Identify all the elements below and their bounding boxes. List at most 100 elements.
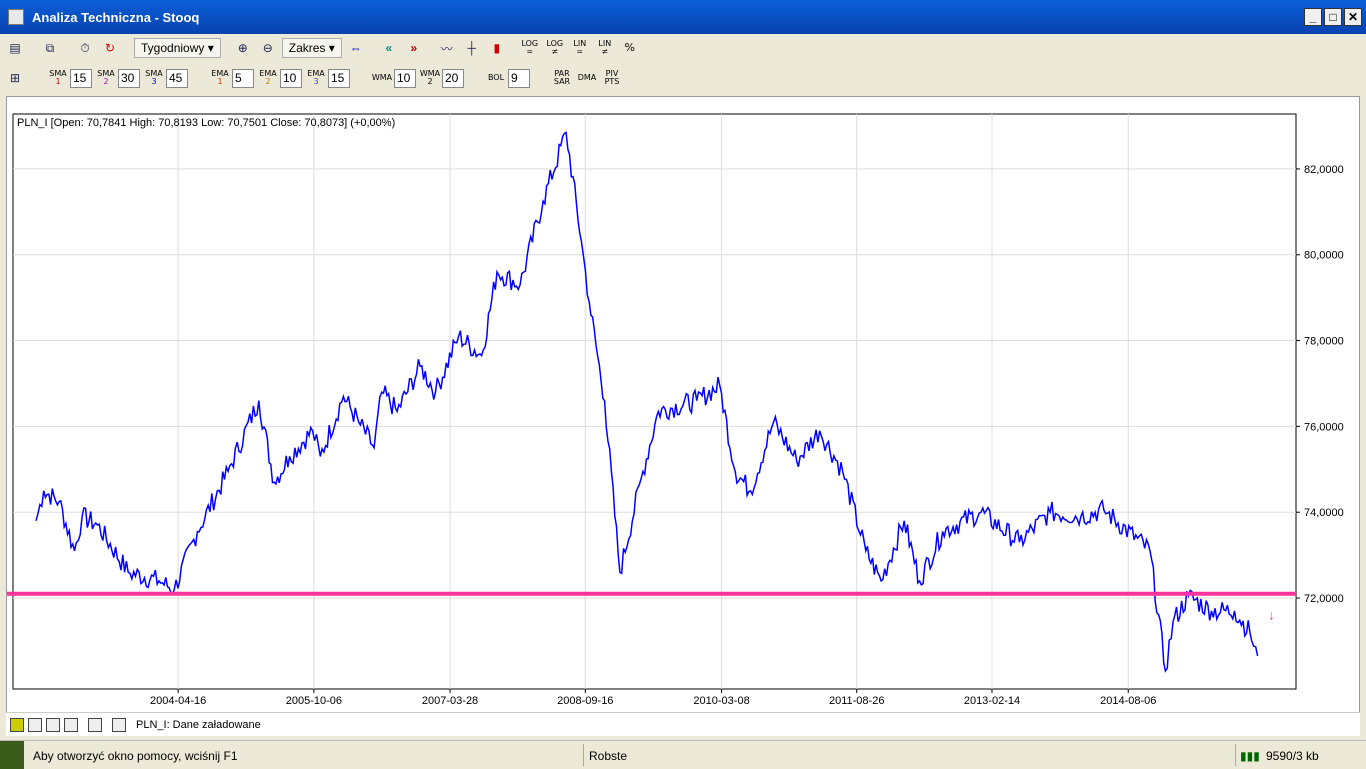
y-tick-label: 80,0000: [1304, 250, 1344, 262]
indicator-period-input[interactable]: 20: [442, 68, 464, 88]
help-text: Aby otworzyć okno pomocy, wciśnij F1: [33, 749, 238, 763]
indicator-sub: 3: [151, 77, 157, 86]
mode-text: Robste: [589, 749, 628, 763]
zoom-in-icon[interactable]: ⊕: [232, 37, 254, 59]
x-tick-label: 2008-09-16: [557, 695, 613, 707]
timer-icon[interactable]: ⏱: [74, 37, 96, 59]
indicator-sma2: SMA 2 30: [95, 68, 140, 88]
y-tick-label: 72,0000: [1304, 593, 1344, 605]
load-status: PLN_I: Dane załadowane: [136, 718, 261, 731]
indicator-toolbar: ⊞ SMA 1 15 SMA 2 30 SMA 3 45 EMA 1 5 EMA 2 10 EMA 3 15 WMA…: [4, 65, 623, 91]
indicator-period-input[interactable]: 30: [118, 68, 140, 88]
indicator-ema3: EMA 3 15: [305, 68, 350, 88]
x-tick-label: 2010-03-08: [693, 695, 749, 707]
y-tick-label: 82,0000: [1304, 164, 1344, 176]
dma-button[interactable]: DMA: [576, 74, 598, 82]
x-tick-label: 2014-08-06: [1100, 695, 1156, 707]
indicator-label[interactable]: SMA 1: [47, 70, 69, 86]
indicator-name: BOL: [487, 73, 505, 82]
title-bar: Analiza Techniczna - Stooq _ □ ✕: [0, 0, 1366, 34]
window-title: Analiza Techniczna - Stooq: [32, 9, 200, 25]
indicator-sub: 1: [217, 77, 223, 86]
y-tick-label: 74,0000: [1304, 507, 1344, 519]
export-icon[interactable]: [46, 717, 60, 732]
down-arrow-icon: ↓: [1268, 608, 1275, 623]
indicator-period-input[interactable]: 45: [166, 68, 188, 88]
print-icon[interactable]: [112, 717, 126, 732]
percent-button[interactable]: %: [619, 42, 641, 53]
chart-bottom-bar: PLN_I: Dane załadowane: [6, 712, 1360, 736]
indicator-period-input[interactable]: 9: [508, 68, 530, 88]
log-equal-button[interactable]: LOG =: [519, 40, 541, 56]
lin-notequal-button[interactable]: LIN ≠: [594, 40, 616, 56]
x-tick-label: 2013-02-14: [964, 695, 1020, 707]
fullscreen-icon[interactable]: [88, 717, 102, 732]
indicator-wma2: WMA 2 20: [419, 68, 464, 88]
indicator-label[interactable]: EMA 3: [305, 70, 327, 86]
y-tick-label: 78,0000: [1304, 336, 1344, 348]
indicator-label[interactable]: WMA: [371, 74, 393, 82]
save-icon[interactable]: [10, 717, 24, 732]
log-notequal-button[interactable]: LOG ≠: [544, 40, 566, 56]
y-tick-label: 76,0000: [1304, 421, 1344, 433]
indicator-label[interactable]: SMA 3: [143, 70, 165, 86]
indicator-ema1: EMA 1 5: [209, 68, 254, 88]
price-chart[interactable]: 72,0000 74,0000 76,0000 78,0000 80,0000 82,00…: [7, 97, 1361, 711]
x-tick-label: 2011-08-26: [829, 695, 884, 707]
indicator-sma3: SMA 3 45: [143, 68, 188, 88]
x-tick-label: 2005-10-06: [286, 695, 342, 707]
maximize-button[interactable]: □: [1324, 8, 1342, 26]
indicator-label[interactable]: BOL: [485, 74, 507, 82]
chart-header: PLN_I [Open: 70,7841 High: 70,8193 Low: …: [17, 117, 395, 129]
chart-window-icon[interactable]: ▤: [4, 37, 26, 59]
fit-chart-icon[interactable]: ⇔: [345, 37, 367, 59]
indicator-label[interactable]: EMA 1: [209, 70, 231, 86]
indicator-period-input[interactable]: 10: [394, 68, 416, 88]
app-icon: [8, 9, 24, 25]
memory-icon: ▮▮▮: [1240, 749, 1260, 763]
indicator-label[interactable]: EMA 2: [257, 70, 279, 86]
period-value: Tygodniowy: [141, 41, 205, 55]
period-dropdown[interactable]: Tygodniowy ▾: [134, 38, 221, 58]
minimize-button[interactable]: _: [1304, 8, 1322, 26]
indicator-period-input[interactable]: 15: [328, 68, 350, 88]
indicator-name: WMA: [371, 73, 393, 82]
chart-panel: 72,0000 74,0000 76,0000 78,0000 80,0000 82,00…: [6, 96, 1360, 736]
range-value: Zakres: [288, 41, 326, 55]
indicator-bol: BOL 9: [485, 68, 530, 88]
taskbar-edge: [0, 741, 24, 769]
close-button[interactable]: ✕: [1344, 8, 1362, 26]
indicator-label[interactable]: SMA 2: [95, 70, 117, 86]
expand-icon[interactable]: [64, 717, 78, 732]
plot-area: [12, 113, 1297, 690]
import-icon[interactable]: [28, 717, 42, 732]
scroll-right-icon[interactable]: »: [403, 37, 425, 59]
indicator-wma: WMA 10: [371, 68, 416, 88]
indicator-sub: 1: [55, 77, 61, 86]
ohlc-chart-icon[interactable]: ┼: [461, 37, 483, 59]
indicator-sub: 3: [313, 77, 319, 86]
indicator-period-input[interactable]: 15: [70, 68, 92, 88]
par-sar-button[interactable]: PAR SAR: [551, 70, 573, 86]
x-tick-label: 2004-04-16: [150, 695, 206, 707]
indicator-ema2: EMA 2 10: [257, 68, 302, 88]
candle-chart-icon[interactable]: ▮: [486, 37, 508, 59]
indicator-label[interactable]: WMA 2: [419, 70, 441, 86]
zoom-out-icon[interactable]: ⊖: [257, 37, 279, 59]
indicator-sma1: SMA 1 15: [47, 68, 92, 88]
range-dropdown[interactable]: Zakres ▾: [281, 38, 342, 58]
refresh-icon[interactable]: ↻: [99, 37, 121, 59]
status-bar: Aby otworzyć okno pomocy, wciśnij F1 Rob…: [0, 740, 1366, 769]
piv-pts-button[interactable]: PIV PTS: [601, 70, 623, 86]
x-tick-label: 2007-03-28: [422, 695, 478, 707]
memory-text: 9590/3 kb: [1266, 749, 1319, 763]
indicator-period-input[interactable]: 10: [280, 68, 302, 88]
indicator-sub: 2: [427, 77, 433, 86]
lin-equal-button[interactable]: LIN =: [569, 40, 591, 56]
add-indicator-icon[interactable]: ⊞: [4, 67, 26, 89]
line-chart-icon[interactable]: 〰: [436, 37, 458, 59]
indicator-period-input[interactable]: 5: [232, 68, 254, 88]
new-window-icon[interactable]: ⧉: [39, 37, 61, 59]
scroll-left-icon[interactable]: «: [378, 37, 400, 59]
main-toolbar: ▤ ⧉ ⏱ ↻ Tygodniowy ▾ ⊕ ⊖ Zakres ▾ ⇔ « » …: [4, 35, 641, 61]
